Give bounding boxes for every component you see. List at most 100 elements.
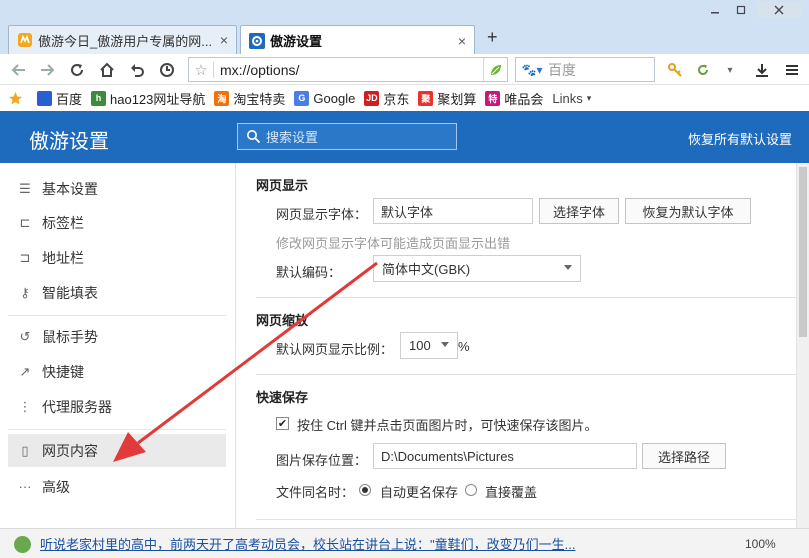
search-engine-paw-icon[interactable]: 🐾▾ — [516, 63, 548, 77]
font-label: 网页显示字体： — [276, 207, 368, 222]
bookmark-star-icon[interactable]: ☆ — [189, 61, 213, 79]
shortcut-icon: ↗ — [19, 363, 31, 379]
section-divider — [256, 297, 796, 298]
bookmarks-bar: 🐾 百度 h hao123网址导航 淘淘宝特卖 G Google JD 京东 聚聚划算 … — [0, 85, 809, 111]
refresh-dropdown-icon[interactable] — [692, 59, 714, 81]
encoding-label: 默认编码： — [276, 265, 342, 280]
chevron-down-icon — [441, 342, 449, 347]
news-ticker[interactable]: 听说老家村里的高中，前两天开了高考动员会，校长站在讲台上说："童鞋们，改变乃们一… — [40, 534, 600, 553]
chevron-down-icon — [564, 265, 572, 270]
sidebar-item-proxy[interactable]: ⋮ 代理服务器 — [8, 390, 226, 423]
zoom-value: 100 — [409, 338, 431, 353]
section-title-web-display: 网页显示 — [256, 178, 309, 193]
forward-arrow-icon[interactable] — [36, 59, 58, 81]
bookmark-hao123[interactable]: h hao123网址导航 — [91, 89, 205, 108]
zoom-unit: % — [458, 339, 470, 354]
key-icon[interactable] — [664, 59, 686, 81]
radio-auto-rename[interactable] — [359, 484, 371, 496]
sidebar-divider — [8, 429, 226, 430]
new-tab-button[interactable]: + — [487, 27, 498, 48]
zoom-select[interactable]: 100 — [400, 332, 458, 359]
address-bar[interactable]: ☆ mx://options/ — [188, 57, 508, 82]
search-box[interactable]: 🐾▾ 百度 — [515, 57, 655, 82]
restore-default-font-button[interactable]: 恢复为默认字体 — [625, 198, 751, 224]
sidebar-divider — [8, 315, 226, 316]
url-text[interactable]: mx://options/ — [213, 61, 483, 78]
favorites-star-icon[interactable] — [8, 91, 23, 106]
close-tab-icon[interactable]: × — [220, 32, 228, 48]
chevron-down-icon[interactable]: ▾ — [719, 59, 741, 81]
home-icon[interactable] — [96, 59, 118, 81]
zoom-label: 默认网页显示比例： — [276, 342, 394, 357]
tab-label: 傲游今日_傲游用户专属的网... — [38, 33, 213, 49]
choose-font-button[interactable]: 选择字体 — [539, 198, 619, 224]
settings-search-input[interactable]: 搜索设置 — [237, 123, 457, 150]
sidebar-item-autofill[interactable]: ⚷ 智能填表 — [8, 276, 226, 309]
page-icon: ▯ — [21, 442, 29, 458]
bookmark-google[interactable]: G Google — [294, 90, 355, 106]
save-path-label: 图片保存位置： — [276, 453, 368, 468]
history-clock-icon[interactable] — [156, 59, 178, 81]
key-icon: ⚷ — [20, 284, 30, 300]
encoding-value: 简体中文(GBK) — [382, 262, 471, 277]
sidebar-item-basic[interactable]: ☰ 基本设置 — [8, 172, 226, 205]
status-bar: 听说老家村里的高中，前两天开了高考动员会，校长站在讲台上说："童鞋们，改变乃们一… — [0, 528, 809, 558]
option-overwrite: 直接覆盖 — [485, 485, 538, 500]
refresh-icon[interactable] — [66, 59, 88, 81]
font-hint: 修改网页显示字体可能造成页面显示出错 — [276, 236, 511, 251]
quick-save-checkbox[interactable]: ✔ — [276, 417, 289, 430]
bookmark-juhuasuan[interactable]: 聚聚划算 — [418, 89, 476, 108]
quick-save-checkbox-label: 按住 Ctrl 键并点击页面图片时，可快速保存该图片。 — [297, 418, 598, 433]
bookmark-jd[interactable]: JD 京东 — [364, 89, 409, 108]
menu-icon[interactable] — [781, 59, 803, 81]
settings-content: 网页显示 网页显示字体： 默认字体 选择字体 恢复为默认字体 修改网页显示字体可… — [237, 163, 796, 528]
radio-overwrite[interactable] — [465, 484, 477, 496]
search-placeholder: 搜索设置 — [266, 130, 319, 145]
go-leaf-icon[interactable] — [483, 58, 507, 81]
bookmark-vip[interactable]: 特唯品会 — [485, 89, 543, 108]
encoding-select[interactable]: 简体中文(GBK) — [373, 255, 581, 282]
settings-sidebar: ☰ 基本设置 ⊏ 标签栏 ⊐ 地址栏 ⚷ 智能填表 ↺ 鼠标手势 ↗ 快捷键 ⋮ 代理服务器 … — [0, 163, 236, 528]
juhuasuan-icon: 聚 — [418, 90, 434, 106]
save-path-field[interactable]: D:\Documents\Pictures — [373, 443, 637, 469]
option-auto-rename: 自动更名保存 — [380, 485, 459, 500]
close-tab-icon[interactable]: × — [458, 33, 466, 49]
address-icon: ⊐ — [19, 249, 31, 265]
back-arrow-icon[interactable] — [8, 59, 30, 81]
bookmark-taobao[interactable]: 淘淘宝特卖 — [214, 89, 285, 108]
font-field[interactable]: 默认字体 — [373, 198, 533, 224]
close-window-button[interactable] — [757, 2, 801, 18]
gesture-icon: ↺ — [19, 328, 31, 344]
chevron-down-icon: ▾ — [586, 92, 592, 103]
zoom-level[interactable]: 100% — [745, 537, 776, 551]
sidebar-item-advanced[interactable]: ··· 高级 — [8, 470, 226, 503]
bookmark-links[interactable]: Links ▾ — [552, 91, 591, 106]
search-placeholder: 百度 — [548, 61, 576, 78]
tab-settings[interactable]: 傲游设置 × — [240, 25, 475, 55]
vertical-scrollbar[interactable] — [796, 163, 809, 528]
hao123-icon: h — [91, 90, 107, 106]
google-icon: G — [294, 90, 310, 106]
section-title-zoom: 网页缩放 — [256, 313, 309, 328]
vip-icon: 特 — [485, 90, 501, 106]
restore-defaults-link[interactable]: 恢复所有默认设置 — [688, 129, 792, 148]
download-icon[interactable] — [751, 59, 773, 81]
section-divider — [256, 519, 796, 520]
tab-maxthon-today[interactable]: 傲游今日_傲游用户专属的网... × — [8, 25, 237, 54]
search-icon — [247, 130, 261, 144]
maximize-button[interactable] — [730, 2, 752, 18]
sidebar-item-shortcuts[interactable]: ↗ 快捷键 — [8, 355, 226, 388]
settings-header: 傲游设置 搜索设置 恢复所有默认设置 — [0, 111, 809, 163]
sidebar-item-web-content[interactable]: ▯ 网页内容 — [8, 434, 226, 467]
sidebar-item-mouse-gestures[interactable]: ↺ 鼠标手势 — [8, 320, 226, 353]
choose-path-button[interactable]: 选择路径 — [642, 443, 726, 469]
title-bar: 傲游今日_傲游用户专属的网... × 傲游设置 × + — [0, 0, 809, 55]
sidebar-item-address-bar[interactable]: ⊐ 地址栏 — [8, 241, 226, 274]
scrollbar-thumb[interactable] — [799, 167, 807, 337]
undo-close-icon[interactable] — [126, 59, 148, 81]
section-divider — [256, 374, 796, 375]
tab-icon: ⊏ — [19, 214, 31, 230]
sidebar-item-tabs[interactable]: ⊏ 标签栏 — [8, 206, 226, 239]
bookmark-baidu[interactable]: 🐾 百度 — [37, 89, 82, 108]
minimize-button[interactable] — [704, 2, 726, 18]
